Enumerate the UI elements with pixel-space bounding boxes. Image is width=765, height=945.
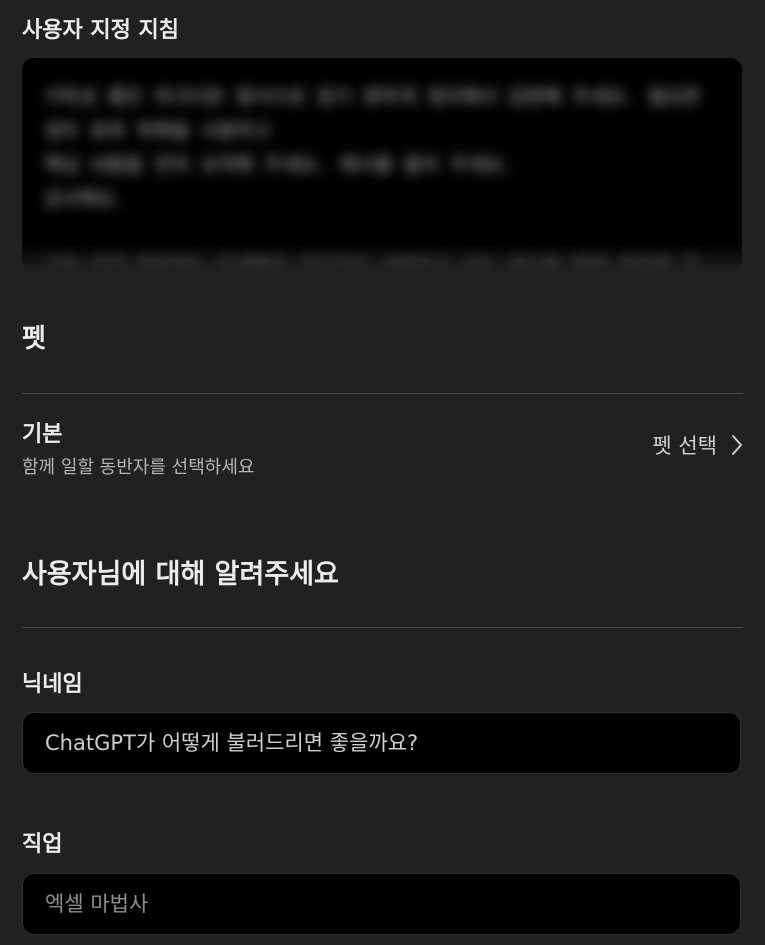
nickname-input[interactable] [22, 712, 741, 774]
about-you-heading: 사용자님에 대해 알려주세요 [22, 559, 339, 590]
pet-select-button[interactable]: 펫 선택 [652, 430, 743, 460]
custom-instructions-label: 사용자 지정 지침 [22, 18, 179, 43]
pet-row-title: 기본 [22, 422, 63, 447]
pet-select-label: 펫 선택 [652, 434, 717, 458]
custom-instructions-textarea[interactable]: 가독성 좋은 마크다운 형식으로 읽기 편하게 정리해서 답변해 주세요. 필요… [22, 58, 742, 272]
pet-row-subtitle: 함께 일할 동반자를 선택하세요 [22, 457, 255, 478]
chevron-right-icon [731, 434, 743, 456]
divider [22, 393, 743, 394]
nickname-label: 닉네임 [22, 672, 83, 697]
job-label: 직업 [22, 832, 63, 857]
pet-section-heading: 펫 [22, 324, 46, 354]
settings-page: 사용자 지정 지침 가독성 좋은 마크다운 형식으로 읽기 편하게 정리해서 답… [0, 0, 765, 945]
job-input[interactable] [22, 873, 741, 935]
textarea-fade [22, 244, 742, 272]
divider [22, 627, 743, 628]
pet-setting-row: 기본 함께 일할 동반자를 선택하세요 펫 선택 [22, 412, 743, 482]
